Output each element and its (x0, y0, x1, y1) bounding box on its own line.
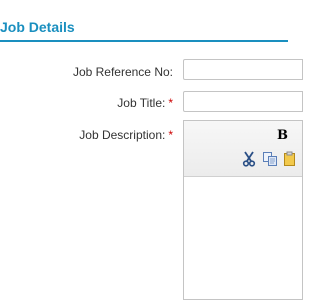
copy-icon[interactable] (262, 151, 278, 167)
cut-icon[interactable] (241, 151, 257, 167)
job-title-label-text: Job Title: (117, 96, 166, 110)
required-marker: * (168, 128, 173, 142)
required-marker: * (168, 96, 173, 110)
job-reference-label: Job Reference No: (73, 65, 173, 79)
job-reference-input[interactable] (183, 59, 303, 80)
section-title: Job Details (0, 19, 75, 35)
section-divider (0, 40, 288, 42)
job-description-label-text: Job Description: (79, 128, 166, 142)
job-description-editor[interactable]: B (183, 120, 303, 300)
job-title-label: Job Title: * (117, 96, 173, 110)
job-title-input[interactable] (183, 91, 303, 112)
bold-button[interactable]: B (277, 128, 288, 143)
editor-toolbar: B (184, 121, 302, 177)
paste-icon[interactable] (283, 151, 299, 167)
job-reference-label-text: Job Reference No: (72, 65, 173, 79)
job-description-label: Job Description: * (79, 128, 173, 142)
